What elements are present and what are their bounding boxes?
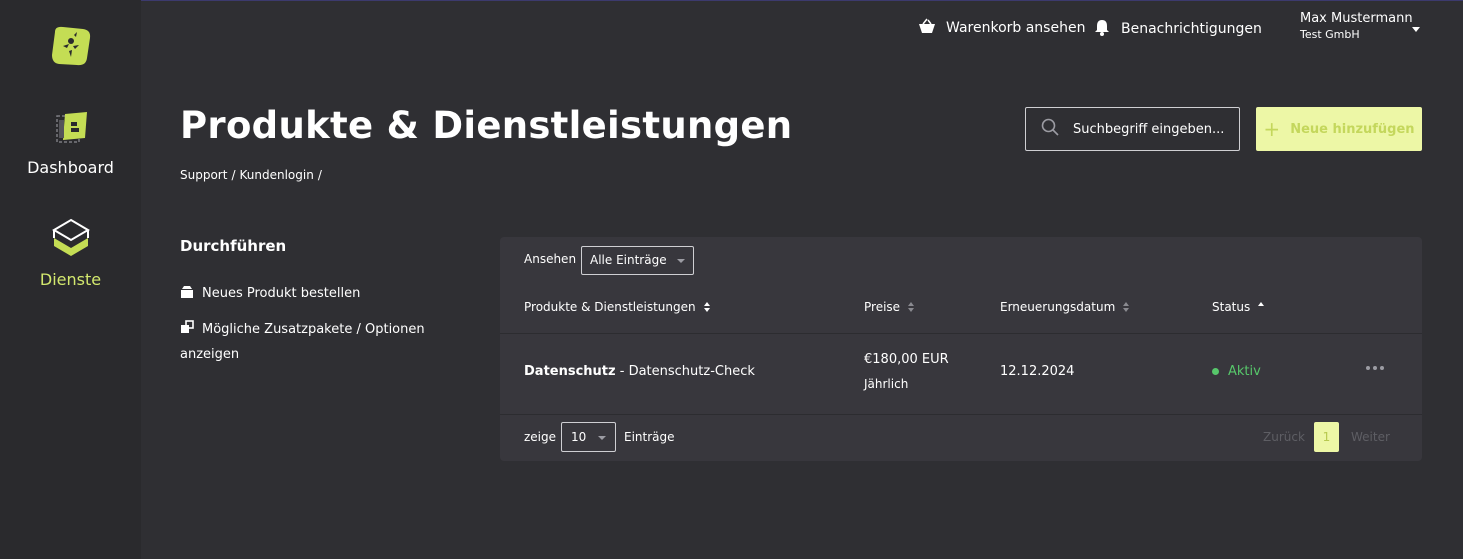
dashboard-icon: [0, 108, 141, 148]
table-divider: [500, 333, 1422, 334]
filter-select[interactable]: Alle Einträge: [581, 246, 694, 275]
status-badge: Aktiv: [1212, 364, 1261, 379]
addon-icon: [180, 319, 194, 343]
chevron-down-icon: [598, 436, 606, 440]
chevron-down-icon: [677, 259, 685, 263]
breadcrumb-support[interactable]: Support: [180, 168, 227, 182]
view-cart-link[interactable]: Warenkorb ansehen: [918, 18, 1085, 38]
app-logo[interactable]: [49, 24, 93, 68]
actions-title: Durchführen: [180, 237, 287, 255]
basket-icon: [918, 18, 946, 38]
search-placeholder: Suchbegriff eingeben...: [1073, 121, 1225, 137]
products-table-card: Ansehen Alle Einträge Produkte & Dienstl…: [500, 237, 1422, 461]
column-header-label: Preise: [864, 300, 901, 314]
user-name: Max Mustermann: [1300, 11, 1413, 26]
sidebar: Dashboard Dienste: [0, 0, 141, 559]
column-header-renewal[interactable]: Erneuerungsdatum: [1000, 300, 1130, 314]
sidebar-item-dienste[interactable]: Dienste: [0, 218, 141, 289]
add-new-button[interactable]: + Neue hinzufügen: [1256, 107, 1422, 151]
order-new-product-link[interactable]: Neues Produkt bestellen: [180, 282, 360, 307]
breadcrumb-kundenlogin[interactable]: Kundenlogin: [239, 168, 313, 182]
sort-icon: [908, 302, 915, 312]
more-options-icon[interactable]: [1366, 366, 1384, 370]
show-addons-label: Mögliche Zusatzpakete / Optionen anzeige…: [180, 322, 425, 362]
box-icon: [180, 283, 194, 307]
breadcrumb-separator: /: [231, 168, 236, 182]
product-separator: -: [615, 364, 629, 379]
status-label: Aktiv: [1228, 364, 1261, 379]
bell-icon: [1093, 18, 1121, 40]
billing-cycle: Jährlich: [864, 377, 909, 391]
add-new-label: Neue hinzufügen: [1290, 121, 1415, 137]
sort-ascending-icon: [1258, 302, 1265, 312]
column-header-product[interactable]: Produkte & Dienstleistungen: [524, 300, 710, 314]
status-dot-icon: [1212, 368, 1219, 375]
pagination-page-current[interactable]: 1: [1314, 422, 1339, 452]
price-cell: €180,00 EUR: [864, 352, 949, 367]
plus-icon: +: [1263, 117, 1281, 141]
search-input[interactable]: Suchbegriff eingeben...: [1025, 107, 1240, 151]
user-menu[interactable]: Max Mustermann Test GmbH: [1300, 11, 1420, 41]
breadcrumb: Support / Kundenlogin /: [180, 168, 326, 182]
services-icon: [0, 218, 141, 260]
product-name: Datenschutz-Check: [628, 364, 755, 379]
column-header-label: Status: [1212, 300, 1251, 314]
sidebar-item-label: Dienste: [39, 270, 102, 289]
column-header-label: Erneuerungsdatum: [1000, 300, 1116, 314]
filter-value: Alle Einträge: [590, 253, 667, 267]
notifications-link[interactable]: Benachrichtigungen: [1093, 18, 1262, 40]
order-new-product-label: Neues Produkt bestellen: [202, 286, 361, 301]
page-size-select[interactable]: 10: [561, 422, 616, 452]
page-title: Produkte & Dienstleistungen: [180, 104, 793, 147]
search-icon: [1041, 118, 1073, 140]
product-cell: Datenschutz - Datenschutz-Check: [524, 364, 755, 379]
view-cart-label: Warenkorb ansehen: [946, 20, 1086, 36]
column-header-status[interactable]: Status: [1212, 300, 1265, 314]
sidebar-item-dashboard[interactable]: Dashboard: [0, 108, 141, 177]
renewal-date: 12.12.2024: [1000, 364, 1075, 379]
show-addons-link[interactable]: Mögliche Zusatzpakete / Optionen anzeige…: [180, 318, 430, 367]
user-company: Test GmbH: [1300, 28, 1360, 41]
breadcrumb-separator: /: [317, 168, 322, 182]
column-header-label: Produkte & Dienstleistungen: [524, 300, 696, 314]
page-size-label: zeige: [524, 430, 557, 444]
page-size-value: 10: [571, 430, 587, 444]
product-group: Datenschutz: [524, 364, 616, 379]
pagination-next[interactable]: Weiter: [1351, 430, 1390, 444]
column-header-price[interactable]: Preise: [864, 300, 915, 314]
sidebar-item-label: Dashboard: [27, 158, 114, 177]
filter-label: Ansehen: [524, 252, 577, 266]
pagination-previous[interactable]: Zurück: [1263, 430, 1305, 444]
window-top-border: [0, 0, 1463, 1]
entries-label: Einträge: [624, 430, 675, 444]
notifications-label: Benachrichtigungen: [1121, 21, 1262, 37]
sort-icon: [703, 302, 710, 312]
table-divider: [500, 414, 1422, 415]
chevron-down-icon: [1412, 27, 1420, 32]
sort-icon: [1123, 302, 1130, 312]
